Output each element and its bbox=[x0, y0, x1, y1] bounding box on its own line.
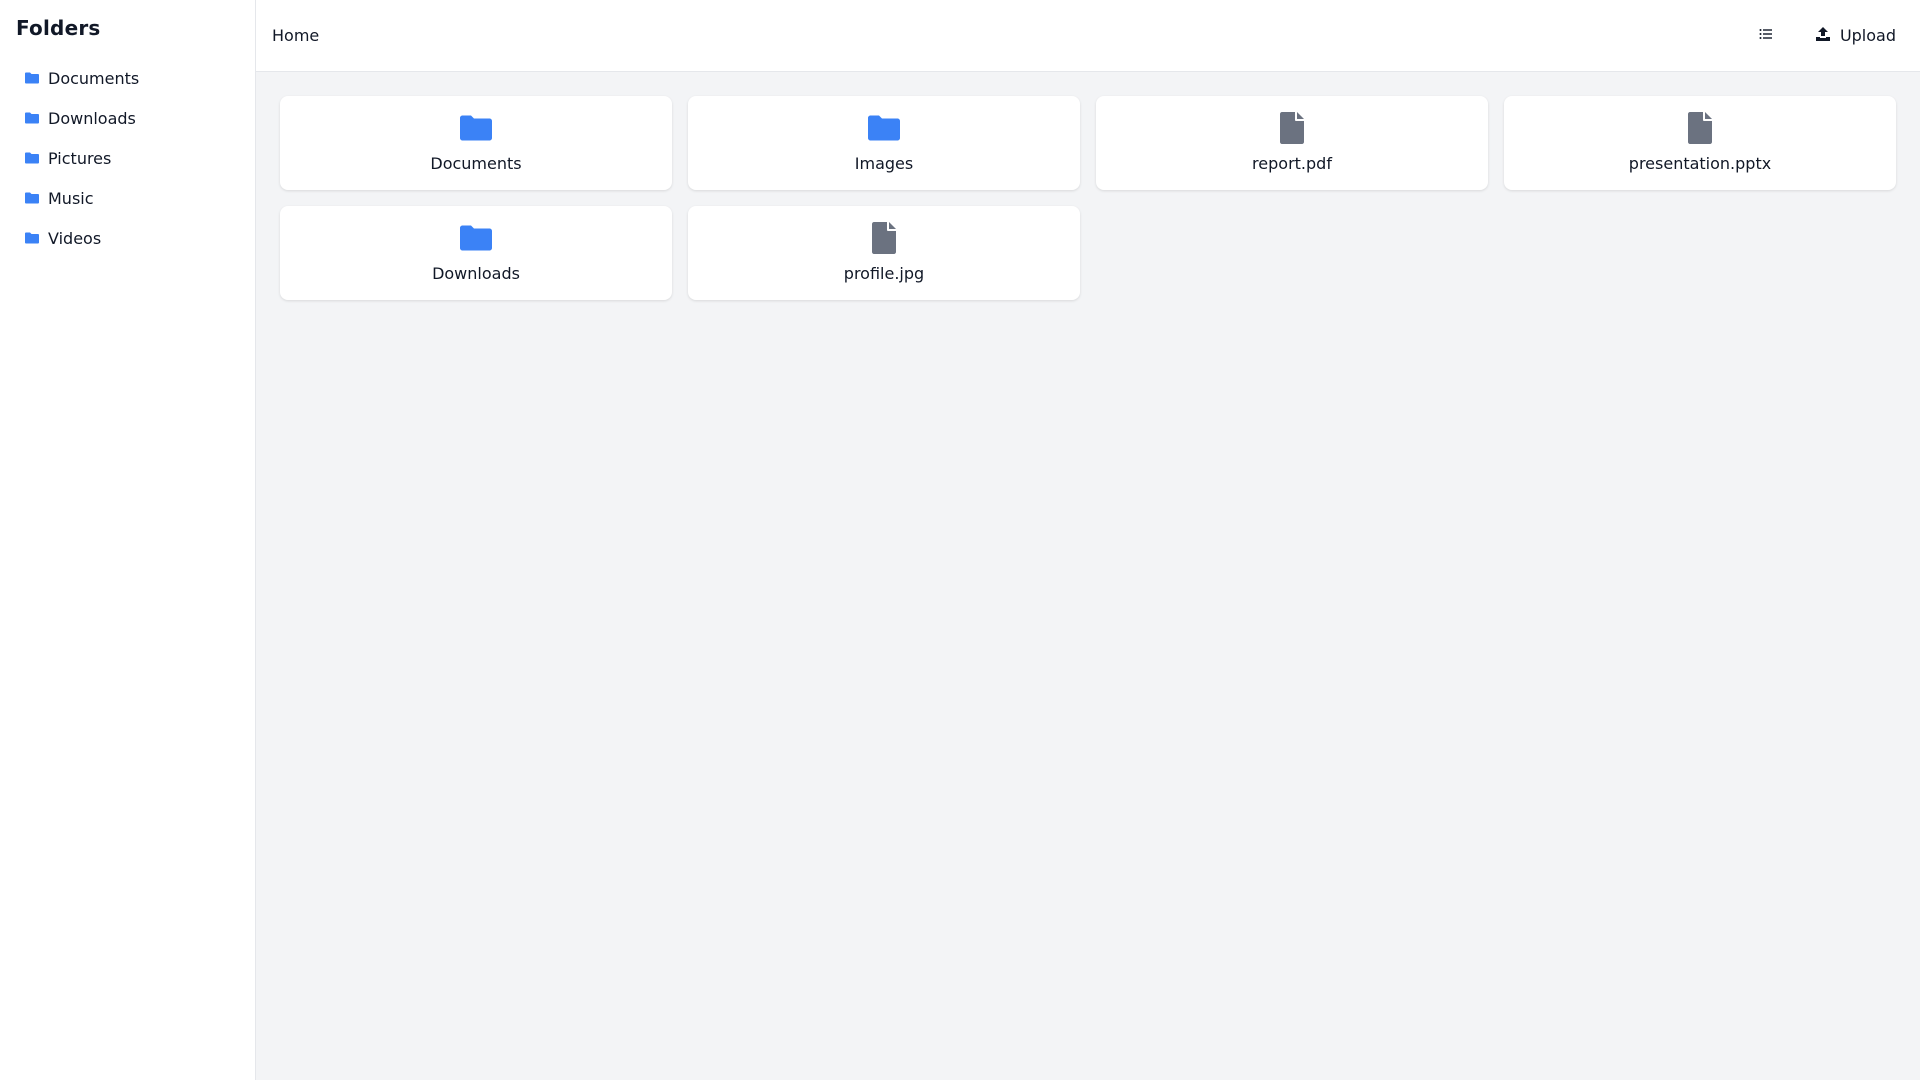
folder-icon bbox=[460, 222, 492, 254]
topbar: Home Upload bbox=[256, 0, 1920, 72]
sidebar-item-label: Documents bbox=[48, 68, 140, 88]
sidebar-folder-list: Documents Downloads Pictures Music Video… bbox=[16, 58, 239, 258]
file-grid: Documents Images report.pdf presentation… bbox=[280, 96, 1896, 300]
item-label: Images bbox=[854, 154, 914, 173]
main-panel: Home Upload Documents Images report.pdf … bbox=[256, 0, 1920, 1080]
upload-button[interactable]: Upload bbox=[1802, 16, 1896, 56]
sidebar-title: Folders bbox=[16, 16, 101, 40]
folder-icon bbox=[24, 150, 40, 166]
file-card-profile[interactable]: profile.jpg bbox=[688, 206, 1080, 300]
file-icon bbox=[1280, 112, 1304, 144]
upload-label: Upload bbox=[1839, 26, 1896, 45]
folder-icon bbox=[24, 190, 40, 206]
folder-icon bbox=[868, 112, 900, 144]
toolbar-actions: Upload bbox=[1746, 16, 1896, 56]
folder-icon bbox=[460, 112, 492, 144]
file-card-presentation[interactable]: presentation.pptx bbox=[1504, 96, 1896, 190]
breadcrumb[interactable]: Home bbox=[272, 26, 319, 45]
sidebar-item-music[interactable]: Music bbox=[16, 178, 239, 218]
folder-icon bbox=[24, 110, 40, 126]
sidebar-item-downloads[interactable]: Downloads bbox=[16, 98, 239, 138]
upload-icon bbox=[1814, 25, 1832, 47]
sidebar-item-label: Videos bbox=[48, 228, 102, 248]
item-label: Downloads bbox=[432, 264, 520, 283]
item-label: profile.jpg bbox=[843, 264, 925, 283]
sidebar-item-label: Downloads bbox=[48, 108, 136, 128]
file-manager-app: Folders Documents Downloads Pictures Mus… bbox=[0, 0, 1920, 1080]
sidebar-item-pictures[interactable]: Pictures bbox=[16, 138, 239, 178]
item-label: Documents bbox=[430, 154, 522, 173]
folder-icon bbox=[24, 230, 40, 246]
item-label: presentation.pptx bbox=[1628, 154, 1772, 173]
folder-icon bbox=[24, 70, 40, 86]
sidebar-item-documents[interactable]: Documents bbox=[16, 58, 239, 98]
folder-card-downloads[interactable]: Downloads bbox=[280, 206, 672, 300]
file-icon bbox=[872, 222, 896, 254]
content-area: Documents Images report.pdf presentation… bbox=[256, 72, 1920, 1080]
item-label: report.pdf bbox=[1252, 154, 1332, 173]
sidebar-item-label: Pictures bbox=[48, 148, 112, 168]
file-icon bbox=[1688, 112, 1712, 144]
list-icon bbox=[1758, 26, 1774, 45]
sidebar-item-videos[interactable]: Videos bbox=[16, 218, 239, 258]
view-toggle-button[interactable] bbox=[1746, 16, 1786, 56]
folder-card-documents[interactable]: Documents bbox=[280, 96, 672, 190]
folder-card-images[interactable]: Images bbox=[688, 96, 1080, 190]
file-card-report[interactable]: report.pdf bbox=[1096, 96, 1488, 190]
sidebar-item-label: Music bbox=[48, 188, 94, 208]
sidebar: Folders Documents Downloads Pictures Mus… bbox=[0, 0, 256, 1080]
